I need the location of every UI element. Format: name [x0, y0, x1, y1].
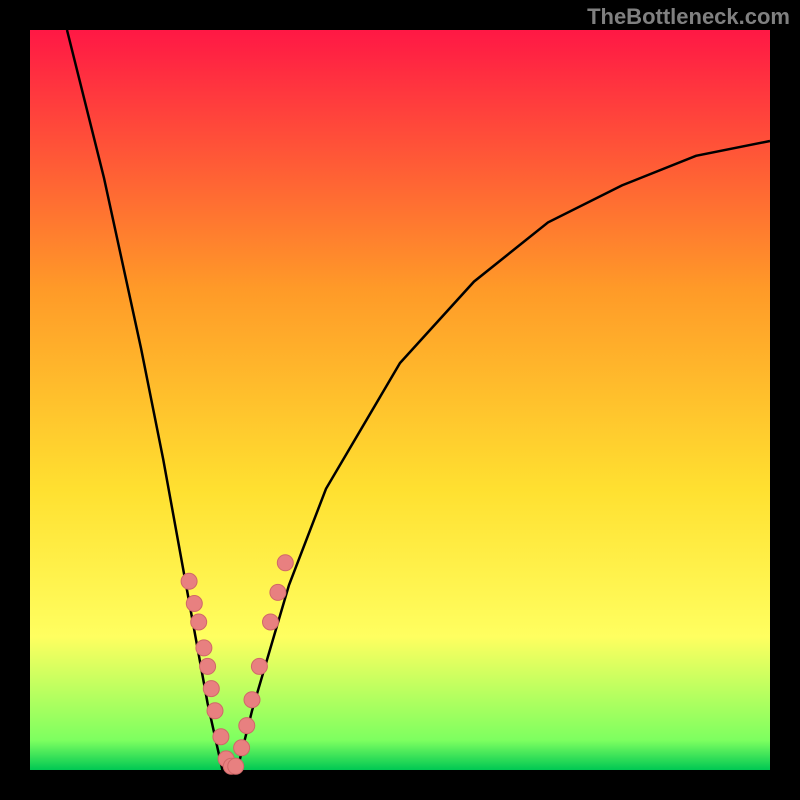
- data-point: [207, 703, 223, 719]
- data-point: [263, 614, 279, 630]
- data-point: [203, 681, 219, 697]
- data-point: [234, 740, 250, 756]
- data-point: [251, 658, 267, 674]
- data-point: [196, 640, 212, 656]
- data-point: [181, 573, 197, 589]
- data-point: [191, 614, 207, 630]
- data-point: [228, 758, 244, 774]
- data-point: [213, 729, 229, 745]
- watermark-text: TheBottleneck.com: [587, 4, 790, 30]
- plot-background: [30, 30, 770, 770]
- data-point: [277, 555, 293, 571]
- data-point: [200, 658, 216, 674]
- data-point: [270, 584, 286, 600]
- data-point: [239, 718, 255, 734]
- data-point: [186, 596, 202, 612]
- bottleneck-chart: [0, 0, 800, 800]
- data-point: [244, 692, 260, 708]
- chart-page: TheBottleneck.com: [0, 0, 800, 800]
